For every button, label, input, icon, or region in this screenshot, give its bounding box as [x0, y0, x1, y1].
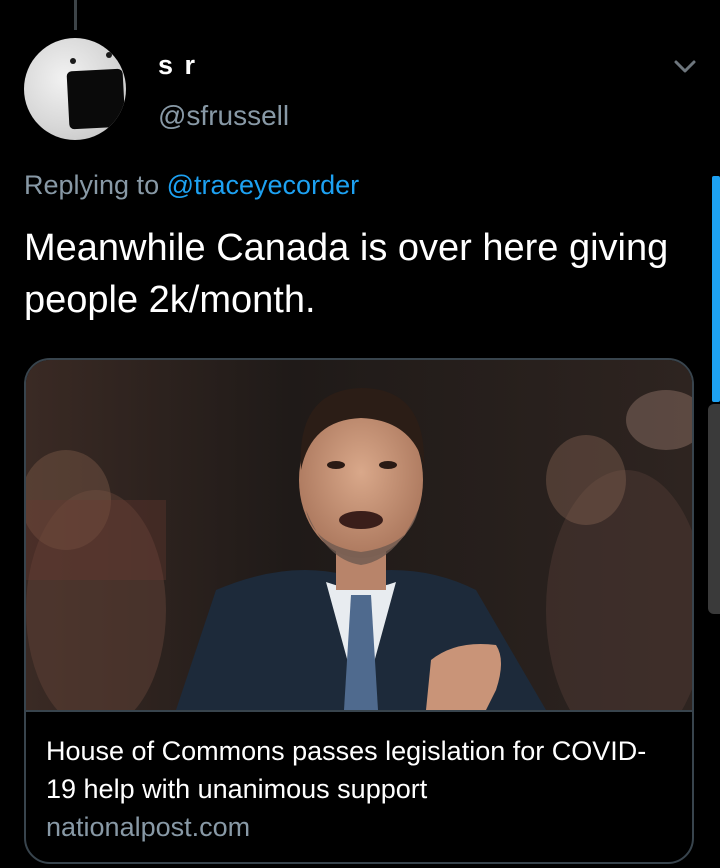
replying-to-mention-link[interactable]: @traceyecorder	[167, 170, 359, 200]
scrollbar-thumb[interactable]	[708, 404, 720, 614]
chevron-down-icon[interactable]	[670, 52, 700, 82]
tweet-text: Meanwhile Canada is over here giving peo…	[24, 227, 669, 321]
link-card[interactable]: House of Commons passes legislation for …	[24, 358, 694, 864]
card-title[interactable]: House of Commons passes legislation for …	[46, 732, 676, 808]
card-domain: nationalpost.com	[46, 812, 251, 842]
scroll-indicator	[712, 176, 720, 402]
avatar[interactable]	[24, 38, 126, 140]
avatar-dot	[70, 58, 76, 64]
avatar-square-shape	[66, 68, 126, 130]
display-name[interactable]: s r	[158, 50, 197, 81]
avatar-dot	[106, 52, 112, 58]
user-handle[interactable]: @sfrussell	[158, 100, 289, 132]
thread-line	[74, 0, 77, 30]
replying-to: Replying to @traceyecorder	[24, 170, 359, 201]
replying-to-prefix: Replying to	[24, 170, 160, 200]
card-image[interactable]	[26, 360, 692, 710]
card-divider	[26, 710, 692, 712]
